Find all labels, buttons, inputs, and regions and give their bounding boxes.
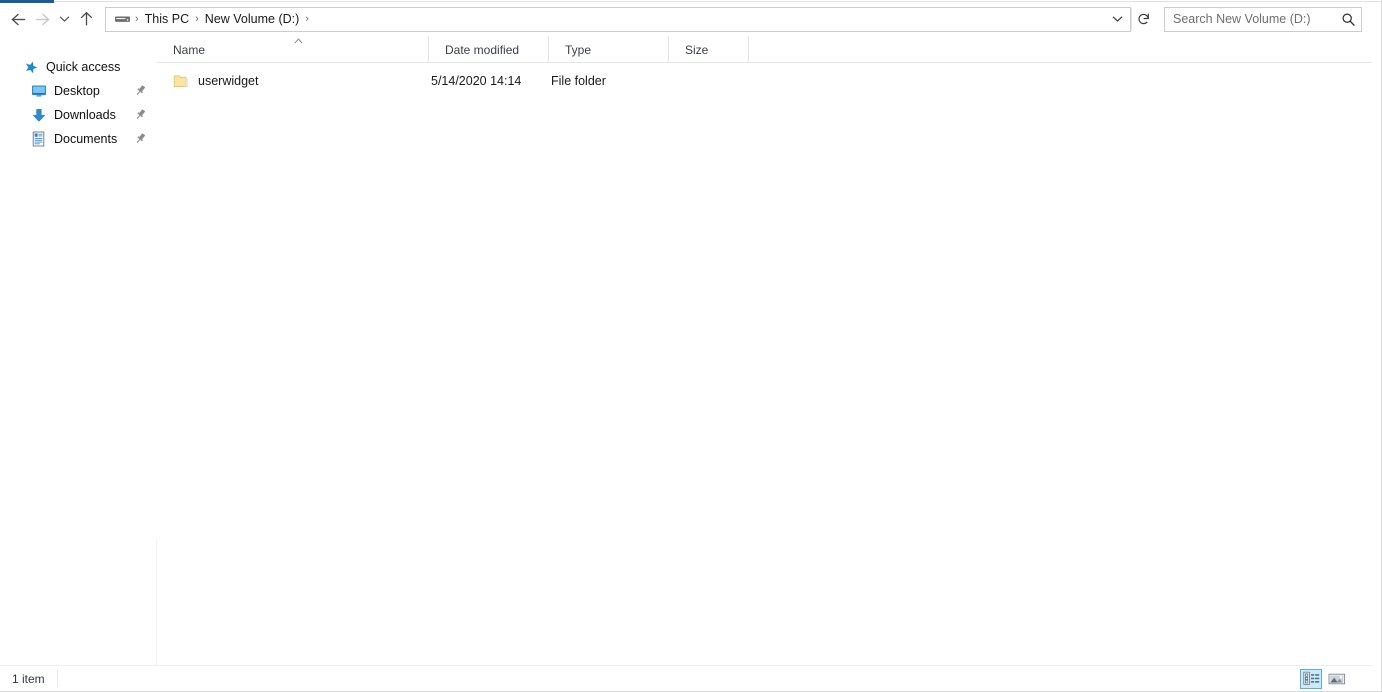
chevron-down-icon	[59, 15, 70, 23]
back-button[interactable]	[6, 5, 30, 33]
status-bar: 1 item	[0, 665, 1372, 691]
arrow-up-icon	[79, 11, 94, 27]
breadcrumb: › This PC › New Volume (D:) ›	[106, 8, 311, 31]
forward-button[interactable]	[30, 5, 54, 33]
sidebar-item-desktop[interactable]: Desktop	[0, 80, 156, 102]
sidebar-item-downloads[interactable]: Downloads	[0, 104, 156, 126]
download-arrow-icon	[30, 107, 47, 123]
details-view-icon	[1303, 671, 1320, 686]
arrow-left-icon	[10, 12, 27, 27]
sidebar-item-quick-access[interactable]: Quick access	[0, 56, 156, 78]
file-name-label: userwidget	[198, 74, 258, 88]
search-icon[interactable]	[1335, 8, 1361, 31]
file-name-cell[interactable]: userwidget	[157, 74, 429, 89]
search-input[interactable]	[1165, 12, 1335, 26]
column-header-label: Name	[173, 43, 205, 57]
window-top-border	[54, 1, 1382, 2]
monitor-icon	[30, 83, 47, 99]
column-header-row: Name Date modified Type Size	[157, 36, 1372, 63]
column-header-name[interactable]: Name	[157, 36, 429, 63]
sort-ascending-icon	[294, 37, 303, 46]
sidebar-item-label: Desktop	[54, 84, 100, 98]
address-toolbar: › This PC › New Volume (D:) ›	[0, 4, 1372, 34]
address-dropdown-button[interactable]	[1104, 8, 1130, 31]
breadcrumb-separator-trailing[interactable]: ›	[303, 8, 311, 31]
file-list-view[interactable]: Name Date modified Type Size	[157, 36, 1372, 666]
breadcrumb-separator: ›	[133, 8, 141, 31]
document-icon	[30, 131, 47, 147]
breadcrumb-item-this-pc[interactable]: This PC	[141, 8, 193, 31]
file-type-cell: File folder	[549, 74, 669, 88]
computer-drive-icon[interactable]	[114, 13, 131, 25]
star-icon	[22, 59, 39, 75]
breadcrumb-separator: ›	[193, 8, 201, 31]
arrow-right-icon	[34, 12, 51, 27]
pin-icon[interactable]	[134, 84, 147, 97]
column-header-size[interactable]: Size	[669, 36, 749, 63]
sidebar-item-label: Documents	[54, 132, 117, 146]
column-header-label: Size	[685, 43, 708, 57]
address-bar[interactable]: › This PC › New Volume (D:) ›	[105, 7, 1131, 32]
large-icons-view-button[interactable]	[1326, 669, 1348, 689]
up-button[interactable]	[74, 5, 98, 33]
folder-icon	[173, 74, 189, 89]
column-header-label: Date modified	[445, 43, 519, 57]
breadcrumb-item-new-volume[interactable]: New Volume (D:)	[201, 8, 303, 31]
view-mode-buttons	[1300, 669, 1348, 689]
refresh-button[interactable]	[1131, 8, 1155, 31]
search-box[interactable]	[1164, 7, 1362, 32]
item-count-label: 1 item	[12, 672, 45, 686]
column-header-date-modified[interactable]: Date modified	[429, 36, 549, 63]
pin-icon[interactable]	[134, 132, 147, 145]
file-explorer-window: › This PC › New Volume (D:) ›	[0, 0, 1382, 692]
column-header-label: Type	[565, 43, 591, 57]
details-view-button[interactable]	[1300, 669, 1322, 689]
window-accent-bar	[0, 0, 54, 3]
chevron-down-icon	[1112, 15, 1123, 23]
recent-locations-button[interactable]	[54, 5, 74, 33]
pin-icon[interactable]	[134, 108, 147, 121]
sidebar-item-documents[interactable]: Documents	[0, 128, 156, 150]
sidebar-item-label: Downloads	[54, 108, 116, 122]
large-icons-view-icon	[1328, 672, 1346, 686]
sidebar-item-label: Quick access	[46, 60, 120, 74]
refresh-icon	[1137, 12, 1151, 26]
table-row[interactable]: userwidget 5/14/2020 14:14 File folder	[157, 70, 1372, 92]
file-date-cell: 5/14/2020 14:14	[429, 74, 549, 88]
navigation-pane: Quick access Desktop	[0, 36, 156, 666]
status-divider	[57, 670, 58, 687]
column-header-type[interactable]: Type	[549, 36, 669, 63]
